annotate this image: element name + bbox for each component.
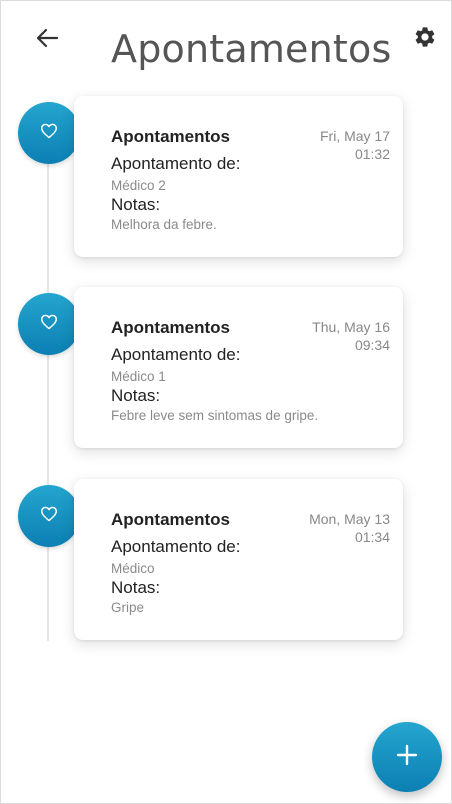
card-title: Apontamentos bbox=[111, 127, 230, 146]
timeline-entry: Apontamentos Thu, May 16 09:34 Apontamen… bbox=[1, 287, 452, 448]
arrow-left-icon bbox=[35, 28, 59, 53]
card-date: Thu, May 16 bbox=[312, 319, 390, 335]
appointment-card[interactable]: Apontamentos Thu, May 16 09:34 Apontamen… bbox=[74, 287, 403, 448]
notes-label: Notas: bbox=[111, 578, 161, 597]
add-appointment-button[interactable] bbox=[372, 722, 442, 792]
entry-badge bbox=[18, 293, 80, 355]
from-value: Médico 1 bbox=[111, 369, 166, 384]
heart-icon bbox=[40, 506, 58, 527]
appointment-card[interactable]: Apontamentos Fri, May 17 01:32 Apontamen… bbox=[74, 96, 403, 257]
timeline-entry: Apontamentos Fri, May 17 01:32 Apontamen… bbox=[1, 96, 452, 257]
notes-label: Notas: bbox=[111, 195, 161, 214]
timeline-entry: Apontamentos Mon, May 13 01:34 Apontamen… bbox=[1, 479, 452, 640]
notes-value: Melhora da febre. bbox=[111, 217, 217, 232]
appointment-card[interactable]: Apontamentos Mon, May 13 01:34 Apontamen… bbox=[74, 479, 403, 640]
from-value: Médico bbox=[111, 561, 155, 576]
from-label: Apontamento de: bbox=[111, 154, 241, 173]
plus-icon bbox=[396, 744, 418, 771]
notes-label: Notas: bbox=[111, 386, 161, 405]
card-title: Apontamentos bbox=[111, 318, 230, 337]
card-time: 09:34 bbox=[354, 337, 390, 353]
notes-value: Febre leve sem sintomas de gripe. bbox=[111, 408, 319, 423]
from-label: Apontamento de: bbox=[111, 345, 241, 364]
entry-badge bbox=[18, 485, 80, 547]
card-time: 01:32 bbox=[354, 146, 390, 162]
heart-icon bbox=[40, 123, 58, 144]
card-date: Fri, May 17 bbox=[319, 128, 390, 144]
card-time: 01:34 bbox=[354, 529, 390, 545]
card-title: Apontamentos bbox=[111, 510, 230, 529]
card-datetime: Thu, May 16 09:34 bbox=[312, 318, 390, 354]
card-datetime: Fri, May 17 01:32 bbox=[320, 127, 390, 163]
page-title: Apontamentos bbox=[111, 27, 392, 71]
card-datetime: Mon, May 13 01:34 bbox=[309, 510, 390, 546]
from-label: Apontamento de: bbox=[111, 537, 241, 556]
notes-value: Gripe bbox=[111, 600, 145, 615]
heart-icon bbox=[40, 314, 58, 335]
back-button[interactable] bbox=[31, 25, 63, 55]
entry-badge bbox=[18, 102, 80, 164]
card-date: Mon, May 13 bbox=[309, 511, 390, 527]
settings-button[interactable] bbox=[411, 25, 439, 53]
gear-icon bbox=[413, 25, 437, 54]
from-value: Médico 2 bbox=[111, 178, 166, 193]
